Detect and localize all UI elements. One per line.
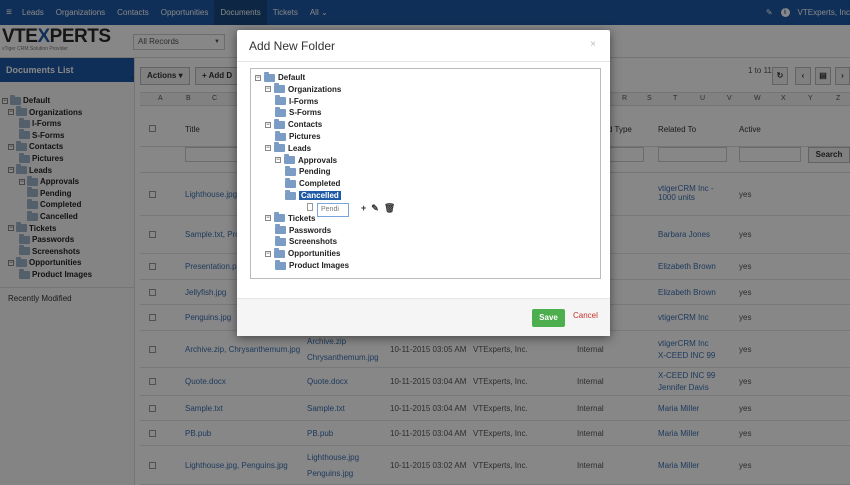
folder-tree-label: Cancelled [299, 191, 341, 200]
folder-tree-label: Opportunities [288, 249, 341, 259]
folder-tree-node[interactable]: Pictures [275, 130, 321, 141]
folder-tree-node[interactable]: Completed [285, 177, 341, 189]
folder-tree-node[interactable]: Product Images [275, 259, 350, 270]
folder-icon [275, 224, 286, 235]
folder-icon [284, 154, 295, 165]
collapse-toggle-icon[interactable]: − [275, 157, 281, 164]
modal-title: Add New Folder [249, 39, 336, 53]
folder-tree: − Default − Organizations I-Forms S-Forms − Con… [250, 68, 601, 279]
add-folder-modal: Add New Folder × − Default − Organizations I… [237, 30, 610, 336]
trash-icon[interactable]: 🗑 [384, 203, 395, 214]
folder-tree-node[interactable]: − Organizations [265, 83, 342, 94]
folder-tree-node[interactable]: − Opportunities [265, 247, 341, 259]
collapse-toggle-icon[interactable]: − [265, 145, 271, 152]
folder-tree-node[interactable]: − Tickets [265, 212, 316, 223]
add-icon[interactable]: + [361, 203, 366, 214]
folder-icon [264, 71, 275, 82]
collapse-toggle-icon[interactable]: − [265, 121, 271, 128]
folder-icon [274, 118, 285, 129]
folder-icon [275, 130, 286, 141]
modal-footer: Save Cancel [237, 299, 610, 336]
folder-tree-label: Product Images [289, 261, 350, 270]
folder-tree-label: Organizations [288, 84, 342, 94]
folder-tree-label: Leads [288, 143, 312, 153]
modal-divider [237, 61, 610, 62]
folder-tree-label: Contacts [288, 120, 323, 130]
folder-tree-node[interactable]: − Default [255, 71, 306, 82]
folder-tree-node[interactable]: Screenshots [275, 235, 338, 247]
folder-icon [285, 165, 296, 176]
cancel-button[interactable]: Cancel [573, 311, 598, 320]
folder-icon [274, 247, 285, 258]
folder-tree-label: Tickets [288, 213, 316, 223]
folder-tree-label: Default [278, 73, 306, 82]
folder-icon [275, 235, 286, 246]
folder-tree-node[interactable]: Cancelled [285, 189, 341, 200]
collapse-toggle-icon[interactable]: − [265, 86, 271, 93]
folder-icon [275, 95, 286, 106]
collapse-toggle-icon[interactable]: − [265, 215, 271, 222]
folder-icon [274, 142, 285, 153]
folder-icon [285, 177, 296, 188]
folder-tree-node[interactable]: − Leads [265, 142, 312, 153]
collapse-toggle-icon[interactable]: − [265, 250, 271, 257]
node-actions: + ✎ 🗑 [361, 203, 395, 214]
folder-tree-label: Screenshots [289, 237, 338, 247]
folder-tree-node[interactable]: − Contacts [265, 118, 323, 130]
pencil-icon[interactable]: ✎ [371, 203, 379, 214]
folder-tree-node[interactable]: Pending [285, 165, 331, 177]
folder-tree-label: Completed [299, 179, 341, 189]
folder-tree-label: I-Forms [289, 96, 319, 106]
folder-icon [285, 189, 296, 200]
folder-icon [275, 106, 286, 117]
folder-tree-node[interactable]: Passwords [275, 224, 332, 235]
folder-tree-label: S-Forms [289, 108, 322, 118]
folder-tree-label: Pending [299, 167, 331, 177]
folder-tree-label: Passwords [289, 225, 332, 235]
folder-tree-node[interactable]: − Approvals [275, 154, 338, 165]
save-button[interactable]: Save [532, 309, 565, 327]
folder-tree-node[interactable]: S-Forms [275, 106, 322, 118]
folder-icon [274, 83, 285, 94]
new-folder-icon [307, 203, 313, 211]
new-folder-input[interactable]: Pendi [317, 203, 349, 217]
close-icon[interactable]: × [590, 39, 596, 50]
folder-icon [274, 212, 285, 223]
folder-tree-label: Pictures [289, 132, 321, 141]
folder-tree-node[interactable]: I-Forms [275, 95, 319, 106]
collapse-toggle-icon[interactable]: − [255, 74, 261, 81]
folder-icon [275, 259, 286, 270]
folder-tree-label: Approvals [298, 155, 338, 165]
